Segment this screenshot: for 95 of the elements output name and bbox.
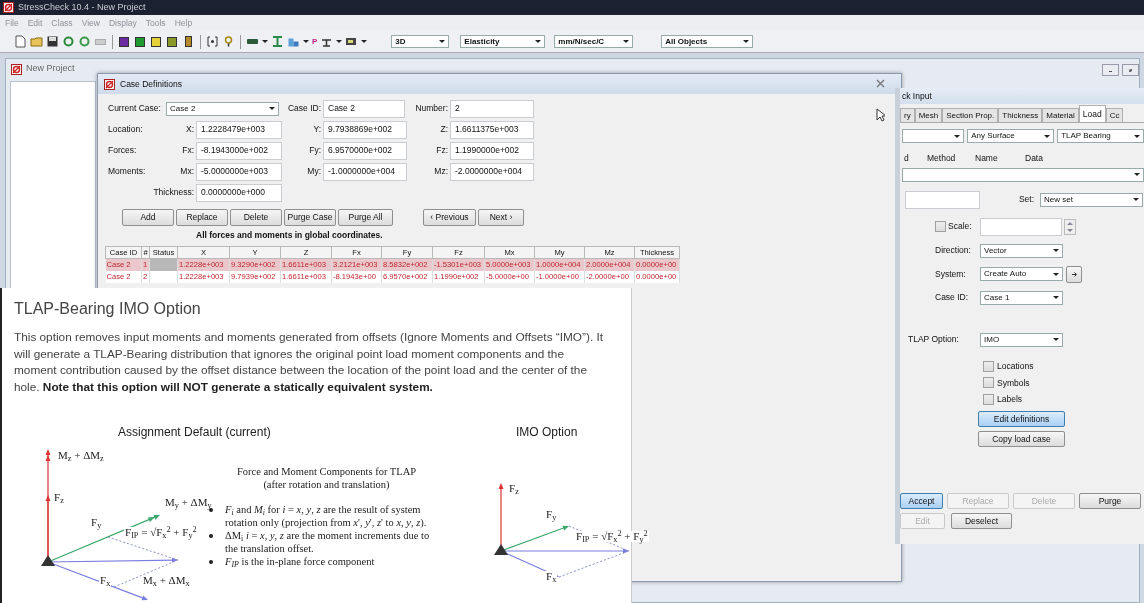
caption-text: Force and Moment Components for TLAP [235, 465, 418, 478]
input-field[interactable]: Case 2 [323, 99, 405, 118]
panel-heading: IMO Option [516, 424, 579, 441]
column-header: Name [975, 152, 999, 165]
slide-title: TLAP-Bearing IMO Option [14, 299, 202, 319]
field-label: Thickness: [152, 186, 195, 199]
diagram-label: M$_{x}$ + ΔM$_{x}$ [142, 575, 191, 586]
bullet-text: ΔM$_{i}$ i = x, y, z are the moment increments due to the translation offset. [225, 529, 430, 555]
panel-title: ck Input [902, 89, 932, 103]
toolbar-glyph[interactable]: P [312, 35, 318, 48]
note-text: All forces and moments in global coordinates. [196, 229, 384, 242]
field-label: Location: [108, 123, 144, 136]
field-label: X: [184, 123, 195, 136]
dropdown[interactable]: TLAP Bearing [1057, 129, 1144, 143]
action-button[interactable]: Replace [176, 209, 228, 226]
field-label: My: [306, 165, 322, 178]
dropdown[interactable]: mm/N/sec/C [554, 35, 634, 48]
field-label: Fy: [308, 144, 322, 157]
dropdown[interactable]: Any Surface [967, 129, 1055, 143]
bullet-text: F$_{IP}$ is the in-plane force component [225, 555, 376, 568]
dropdown[interactable]: Case 1 [980, 290, 1063, 305]
paragraph: This option removes input moments and moments generated from offsets (Ignore Moments and Offsets “IMO”). It will generate a TLAP-Bearing distribution that ignores the original point load moment components and the moment contribution caused by the offset distance between the location of the point load and the center of the hole. Note that this option will NOT generate a statically equivalent system. [14, 329, 604, 395]
diagram-label: F$_{z}$ [53, 492, 65, 503]
nav-button[interactable]: ‹ Previous [423, 209, 476, 226]
action-button[interactable]: Edit definitions [978, 411, 1065, 427]
field-label: Case ID: [935, 291, 970, 305]
tab[interactable]: Thickness [998, 108, 1043, 122]
field-label: Set: [1017, 193, 1035, 207]
dropdown[interactable]: Case 2 [166, 101, 279, 116]
diagram-label: M$_{y}$ + ΔM$_{y}$ [164, 497, 213, 508]
tab[interactable]: Material [1042, 108, 1079, 122]
action-button[interactable]: Copy load case [978, 431, 1065, 447]
action-button[interactable]: Purge All [338, 209, 393, 226]
input-field[interactable]: 1.2228479e+003 [196, 120, 282, 139]
input-field[interactable]: -1.0000000e+004 [323, 162, 407, 181]
input-field[interactable]: 2 [450, 99, 534, 118]
dialog-title: Case Definitions [120, 77, 182, 91]
field-label: Direction: [935, 244, 972, 258]
diagram-label: F$_{y}$ [545, 509, 558, 520]
field-label: TLAP Option: [908, 333, 960, 347]
checkbox-label: Locations [997, 359, 1034, 373]
input-field[interactable]: 0.0000000e+000 [196, 183, 282, 202]
input-field[interactable]: -5.0000000e+003 [196, 162, 282, 181]
tab[interactable]: ry [900, 108, 915, 122]
input-field[interactable]: 6.9570000e+002 [323, 141, 407, 160]
diagram-label: F$_{z}$ [508, 483, 520, 494]
tab[interactable]: Load [1078, 105, 1106, 122]
window-title: StressCheck 10.4 - New Project [18, 0, 146, 14]
dropdown[interactable]: Create Auto [980, 267, 1063, 282]
diagram-label: F$_{x}$ [545, 571, 558, 582]
dropdown[interactable]: 3D [391, 35, 450, 48]
input-field[interactable]: 1.6611375e+003 [450, 120, 534, 139]
panel-heading: Assignment Default (current) [118, 424, 272, 441]
bullet-text: F$_{i}$ and M$_{i}$ for i = x, y, z are the result of system rotation only (projection from x', y', z' to x, y, z). [225, 503, 428, 529]
input-field[interactable]: -8.1943000e+002 [196, 141, 282, 160]
field-label: Number: [414, 102, 449, 115]
action-button[interactable]: Purge Case [284, 209, 336, 226]
diagram-label: F$_{y}$ [90, 517, 103, 528]
checkbox-label: Labels [997, 393, 1023, 406]
field-label: Fx: [181, 144, 195, 157]
field-label: Mx: [179, 165, 195, 178]
field-label: Y: [312, 123, 322, 136]
action-button[interactable]: Add [122, 209, 174, 226]
input-field[interactable]: -2.0000000e+004 [450, 162, 534, 181]
diagram-label: M$_{z}$ + ΔM$_{z}$ [57, 450, 105, 461]
diagram-label: F$_{x}$ [99, 575, 112, 586]
dropdown[interactable]: New set [1040, 192, 1143, 207]
field-label: Z: [439, 123, 449, 136]
field-label: Moments: [108, 165, 147, 178]
input-field[interactable]: 1.1990000e+002 [450, 141, 534, 160]
dropdown[interactable]: Elasticity [460, 35, 546, 48]
checkbox-label: Symbols [997, 376, 1030, 390]
field-label: Scale: [948, 220, 973, 234]
field-label: Forces: [108, 144, 138, 157]
field-label: Current Case: [108, 102, 162, 115]
action-button[interactable]: Accept [900, 493, 943, 509]
column-header: Method [927, 152, 957, 165]
action-button[interactable]: Deselect [951, 513, 1012, 529]
dropdown[interactable]: Vector [980, 243, 1063, 258]
dropdown[interactable]: IMO [980, 332, 1063, 347]
input-field[interactable]: 9.7938869e+002 [323, 120, 407, 139]
caption-text: (after rotation and translation) [262, 478, 391, 491]
nav-button[interactable]: Next › [478, 209, 524, 226]
action-button[interactable]: Delete [230, 209, 282, 226]
action-button[interactable]: Purge [1079, 493, 1141, 509]
tab[interactable]: Section Prop. [942, 108, 999, 122]
field-label: Case ID: [286, 102, 322, 115]
field-label: Mz: [433, 165, 449, 178]
dropdown[interactable]: All Objects [661, 35, 754, 48]
tab[interactable]: Mesh [914, 108, 943, 122]
field-label: Fz: [435, 144, 449, 157]
column-header: d [904, 152, 910, 165]
window-title: New Project [26, 62, 75, 76]
field-label: System: [935, 267, 967, 281]
column-header: Data [1025, 152, 1044, 165]
